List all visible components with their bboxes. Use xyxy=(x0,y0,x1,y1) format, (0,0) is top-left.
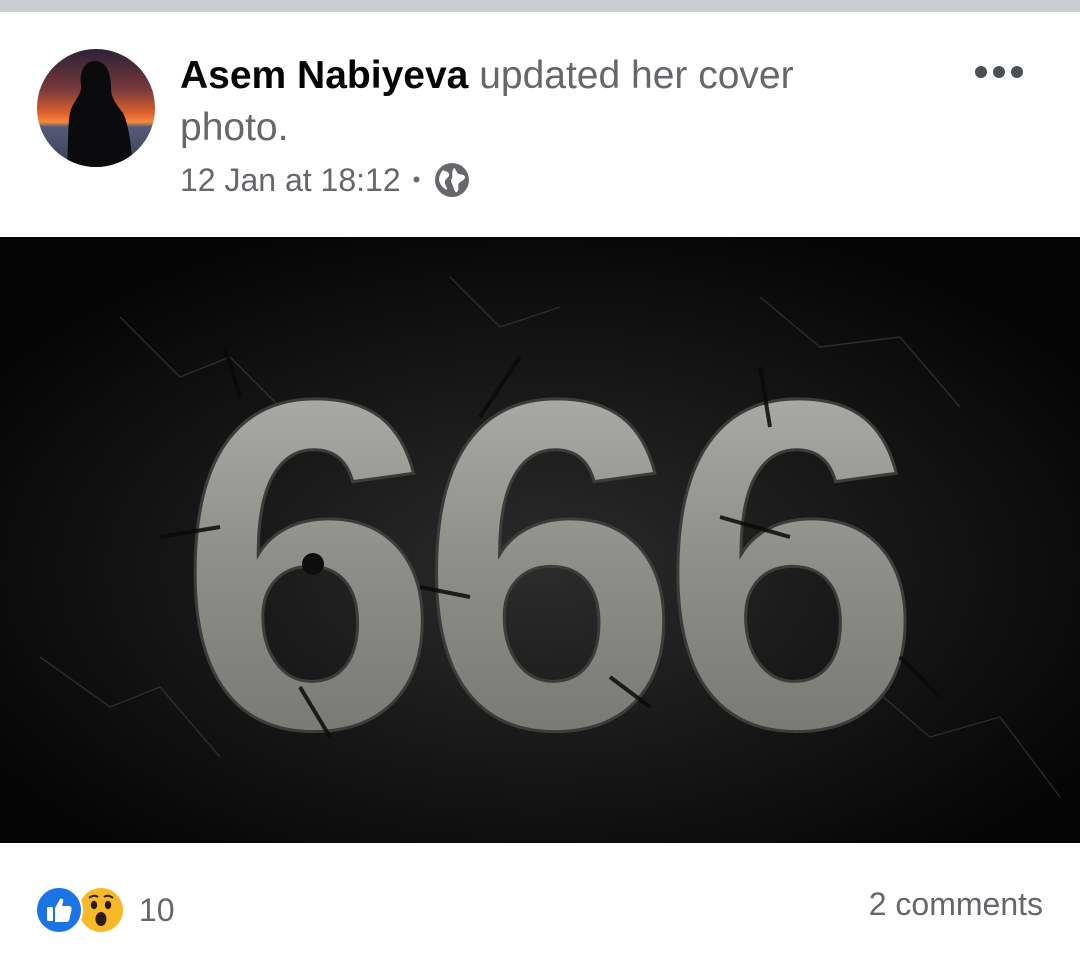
reaction-count: 10 xyxy=(139,891,175,928)
avatar[interactable] xyxy=(37,49,155,167)
cover-text: 666 xyxy=(178,302,910,827)
more-dot xyxy=(1011,66,1023,78)
post-meta: 12 Jan at 18:12 • xyxy=(180,158,470,202)
wow-icon xyxy=(77,886,125,934)
more-options-icon[interactable] xyxy=(968,54,1030,90)
more-dot xyxy=(975,66,987,78)
like-icon xyxy=(35,886,83,934)
top-divider xyxy=(0,0,1080,12)
author-name[interactable]: Asem Nabiyeva xyxy=(180,54,468,97)
avatar-image xyxy=(37,49,155,167)
cover-photo[interactable]: 666 xyxy=(0,237,1080,843)
meta-separator: • xyxy=(412,167,421,192)
more-dot xyxy=(993,66,1005,78)
comments-count-link[interactable]: 2 comments xyxy=(869,886,1043,923)
post-headline: Asem Nabiyeva updated her cover photo. xyxy=(180,50,880,154)
post-timestamp[interactable]: 12 Jan at 18:12 xyxy=(180,162,401,199)
globe-icon[interactable] xyxy=(434,162,470,198)
reactions-summary[interactable]: 10 xyxy=(35,884,175,936)
cover-photo-image: 666 xyxy=(0,237,1080,843)
